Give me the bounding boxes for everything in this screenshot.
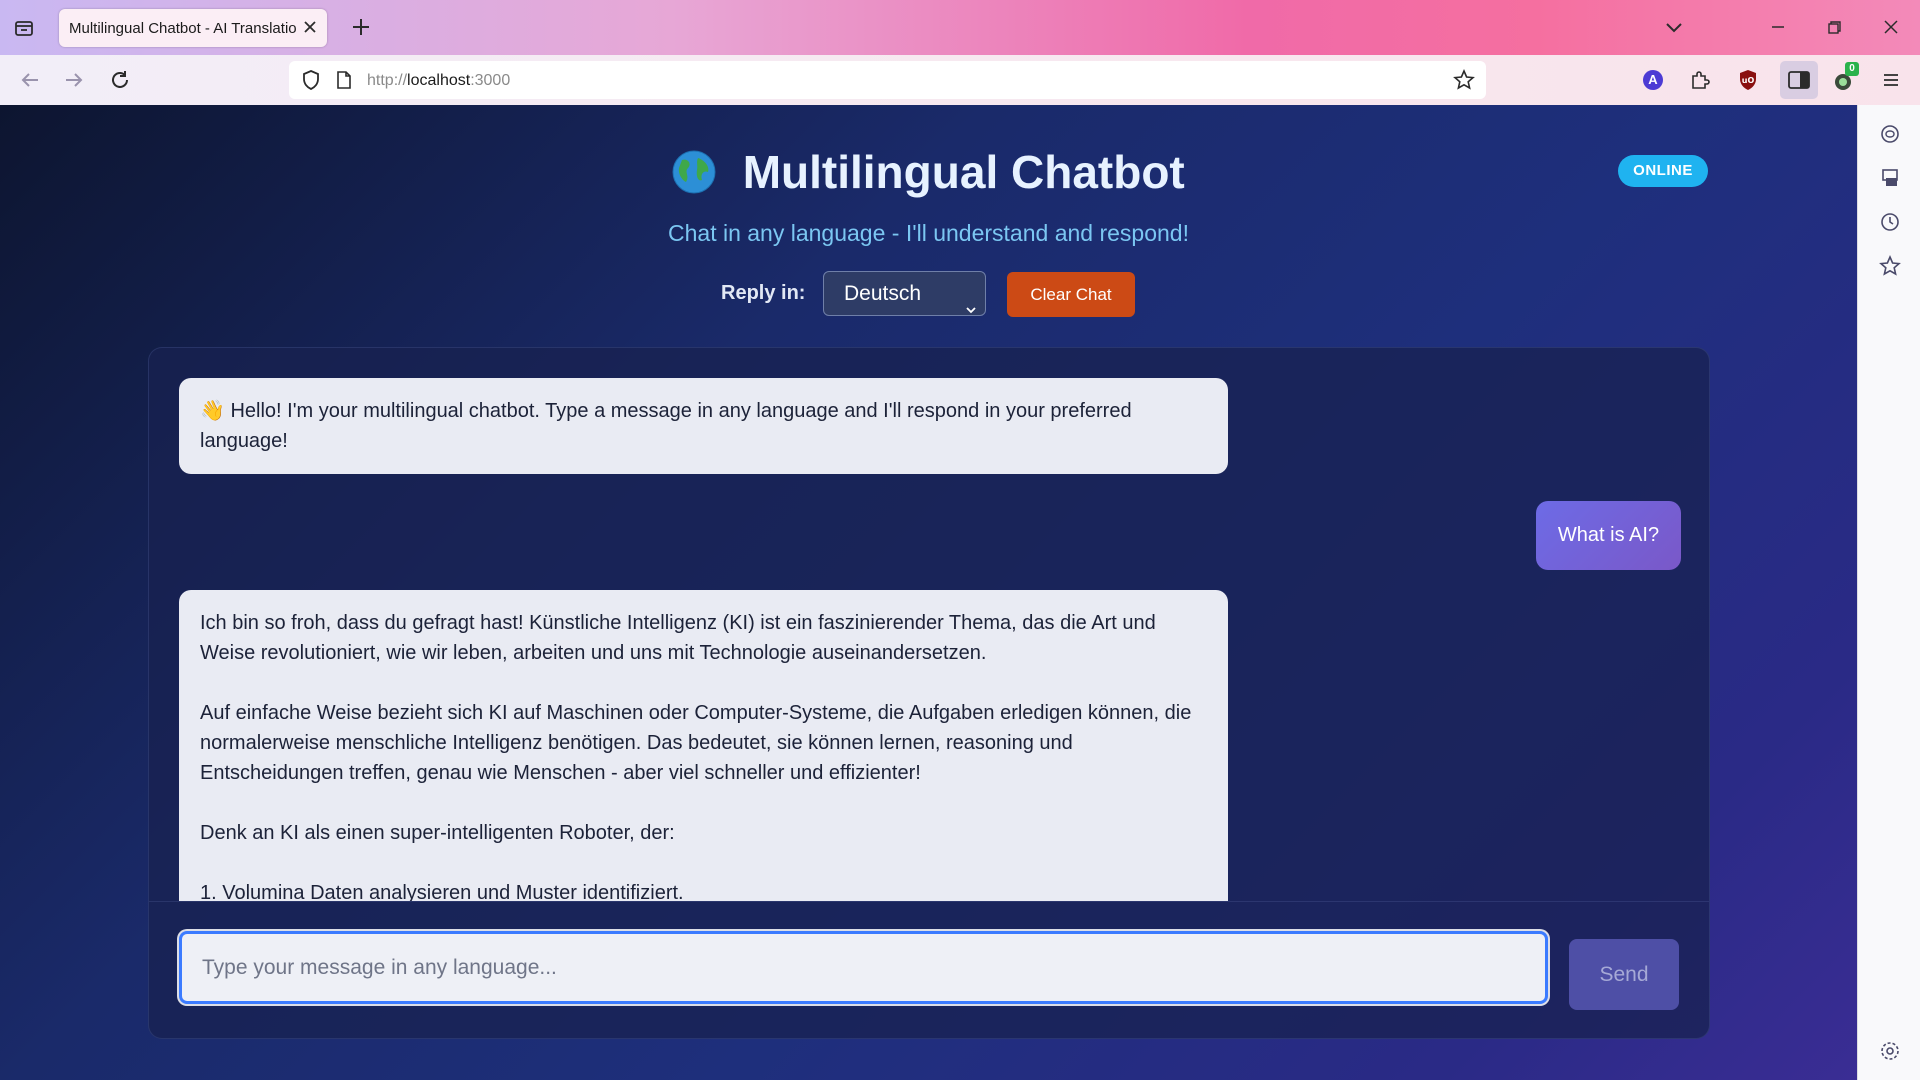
tab-list-icon[interactable]	[12, 16, 36, 40]
chatbot-page: Multilingual Chatbot ONLINE Chat in any …	[0, 105, 1857, 1080]
svg-text:uO: uO	[1742, 76, 1755, 85]
reload-icon[interactable]	[108, 68, 132, 92]
url-text[interactable]: http://localhost:3000	[367, 72, 510, 90]
restore-icon[interactable]	[1823, 16, 1845, 38]
bot-reply-paragraph: 1. Volumina Daten analysieren und Muster…	[200, 882, 684, 901]
browser-tab[interactable]: Multilingual Chatbot - AI Translation	[59, 9, 327, 47]
bot-reply-paragraph: Ich bin so froh, dass du gefragt hast! K…	[200, 612, 1156, 664]
app-menu-icon[interactable]	[1878, 67, 1904, 93]
extension-counter-icon[interactable]: 0	[1831, 62, 1859, 93]
browser-tab-bar: Multilingual Chatbot - AI Translation	[0, 0, 1920, 55]
extensions-puzzle-icon[interactable]	[1687, 67, 1713, 93]
bot-greeting-text: 👋 Hello! I'm your multilingual chatbot. …	[200, 400, 1132, 452]
page-header: Multilingual Chatbot	[0, 145, 1857, 199]
ublock-shield-icon[interactable]: uO	[1735, 67, 1761, 93]
bot-message: Ich bin so froh, dass du gefragt hast! K…	[179, 590, 1228, 901]
profile-avatar[interactable]: A	[1640, 67, 1666, 93]
close-window-icon[interactable]	[1880, 16, 1902, 38]
user-message: What is AI?	[1536, 501, 1681, 570]
bot-message: 👋 Hello! I'm your multilingual chatbot. …	[179, 378, 1228, 474]
minimize-icon[interactable]	[1767, 16, 1789, 38]
message-input[interactable]	[179, 931, 1548, 1004]
chevron-down-icon	[965, 288, 977, 314]
reply-language-select[interactable]: Deutsch	[823, 271, 986, 316]
bookmarks-star-icon[interactable]	[1878, 254, 1902, 278]
controls-bar: Reply in: Deutsch Clear Chat	[0, 271, 1857, 317]
extension-badge: 0	[1845, 62, 1859, 76]
message-list[interactable]: 👋 Hello! I'm your multilingual chatbot. …	[149, 348, 1709, 901]
send-button[interactable]: Send	[1569, 939, 1679, 1010]
page-info-icon[interactable]	[333, 69, 355, 91]
sidebar-toggle-icon[interactable]	[1780, 61, 1818, 99]
bot-reply-paragraph: Denk an KI als einen super-intelligenten…	[200, 822, 675, 844]
chat-panel: 👋 Hello! I'm your multilingual chatbot. …	[148, 347, 1710, 1039]
bot-reply-paragraph: Auf einfache Weise bezieht sich KI auf M…	[200, 702, 1192, 784]
url-bar[interactable]: http://localhost:3000	[289, 61, 1486, 99]
history-icon[interactable]	[1878, 210, 1902, 234]
page-title: Multilingual Chatbot	[742, 146, 1185, 198]
profile-letter: A	[1648, 72, 1658, 87]
list-all-tabs-icon[interactable]	[1663, 16, 1685, 38]
reply-language-label: Reply in:	[721, 282, 806, 304]
status-badge: ONLINE	[1618, 155, 1708, 187]
sidebar-settings-gear-icon[interactable]	[1878, 1039, 1902, 1063]
browser-sidebar	[1857, 105, 1920, 1080]
ai-chatbot-icon[interactable]	[1878, 122, 1902, 146]
selected-language: Deutsch	[844, 282, 922, 305]
clear-chat-button[interactable]: Clear Chat	[1007, 272, 1135, 317]
page-subtitle: Chat in any language - I'll understand a…	[668, 220, 1189, 246]
back-icon[interactable]	[18, 68, 42, 92]
tab-close-icon[interactable]	[301, 18, 319, 36]
forward-icon[interactable]	[62, 68, 86, 92]
tab-title: Multilingual Chatbot - AI Translation	[69, 20, 297, 37]
shield-icon[interactable]	[299, 68, 323, 92]
globe-icon	[672, 150, 716, 194]
new-tab-icon[interactable]	[350, 16, 372, 38]
browser-nav-bar: http://localhost:3000 A uO 0	[0, 55, 1920, 105]
composer: Send	[149, 901, 1709, 1038]
synced-tabs-icon[interactable]	[1878, 166, 1902, 190]
bookmark-star-icon[interactable]	[1452, 68, 1476, 92]
